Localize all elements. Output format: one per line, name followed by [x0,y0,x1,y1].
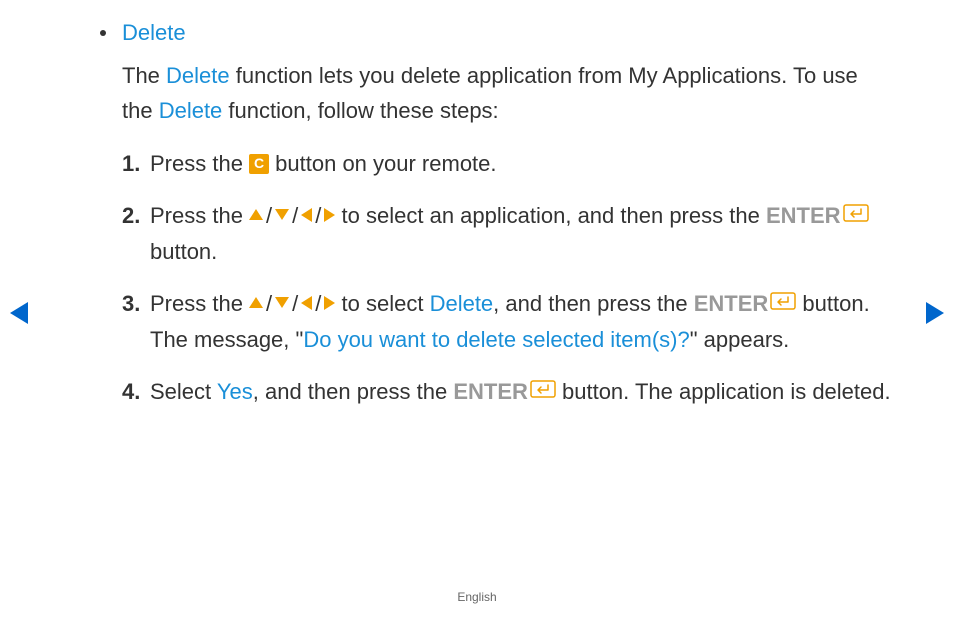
step-text: Press the [150,203,249,228]
arrow-right-icon [324,208,335,222]
section-title: Delete [122,20,186,46]
arrow-down-icon [275,209,289,220]
nav-arrow-right-icon [926,302,944,324]
section-description: The Delete function lets you delete appl… [122,58,894,128]
yes-keyword: Yes [217,379,253,404]
arrow-up-icon [249,297,263,308]
slash: / [292,203,298,228]
step-text: button. The application is deleted. [556,379,891,404]
bullet-icon [100,30,106,36]
slash: / [266,291,272,316]
step-text: button on your remote. [269,151,496,176]
steps-list: Press the C button on your remote. Press… [122,146,894,410]
confirm-message: Do you want to delete selected item(s)? [303,327,689,352]
enter-label: ENTER [453,379,528,404]
arrow-left-icon [301,208,312,222]
prev-page-button[interactable] [10,302,28,324]
c-button-icon: C [249,154,269,174]
step-1: Press the C button on your remote. [122,146,894,181]
arrow-right-icon [324,296,335,310]
desc-delete-keyword: Delete [166,63,230,88]
slash: / [292,291,298,316]
arrow-up-icon [249,209,263,220]
step-text: button. [150,239,217,264]
desc-text: The [122,63,166,88]
arrow-down-icon [275,297,289,308]
step-text: " appears. [690,327,790,352]
slash: / [315,291,321,316]
enter-icon [843,197,869,232]
enter-label: ENTER [694,291,769,316]
enter-icon [770,285,796,320]
next-page-button[interactable] [926,302,944,324]
step-2: Press the / / / to select an application, … [122,198,894,270]
step-text: to select an application, and then press… [335,203,766,228]
section-header: Delete [100,20,894,46]
page-content: Delete The Delete function lets you dele… [0,0,954,410]
step-text: Select [150,379,217,404]
desc-text: function, follow these steps: [222,98,498,123]
page-footer-language: English [0,590,954,604]
step-text: , and then press the [493,291,694,316]
step-3: Press the / / / to select Delete, and then… [122,286,894,358]
step-text: Press the [150,151,249,176]
delete-keyword: Delete [430,291,494,316]
nav-arrow-left-icon [10,302,28,324]
desc-delete-keyword: Delete [159,98,223,123]
slash: / [266,203,272,228]
arrow-left-icon [301,296,312,310]
step-text: to select [335,291,429,316]
step-text: Press the [150,291,249,316]
step-text: , and then press the [253,379,454,404]
enter-label: ENTER [766,203,841,228]
enter-icon [530,373,556,408]
slash: / [315,203,321,228]
step-4: Select Yes, and then press the ENTER but… [122,374,894,411]
